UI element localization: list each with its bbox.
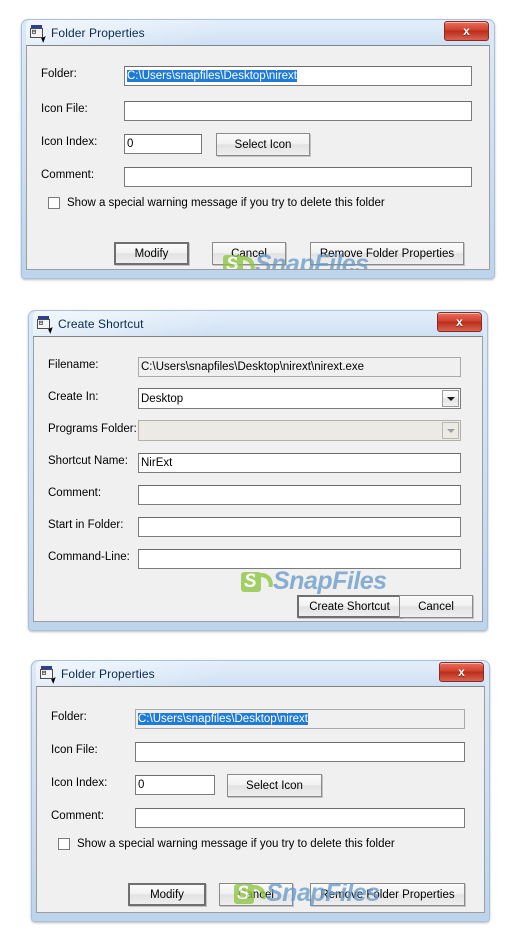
warning-checkbox-label: Show a special warning message if you tr…	[77, 838, 395, 850]
warning-checkbox[interactable]	[48, 197, 60, 209]
comment-label: Comment:	[41, 169, 95, 181]
nirext-app-icon: ⊟	[37, 316, 55, 334]
cancel-button[interactable]: Cancel	[212, 242, 286, 265]
comment-input[interactable]	[124, 167, 472, 187]
remove-folder-properties-button[interactable]: Remove Folder Properties	[310, 242, 464, 265]
folder-input-value: C:\Users\snapfiles\Desktop\nirext	[138, 713, 309, 725]
warning-checkbox-label: Show a special warning message if you tr…	[67, 197, 385, 209]
cancel-button[interactable]: Cancel	[399, 595, 473, 618]
snapfiles-logo-icon: S	[241, 570, 276, 594]
icon-index-input-value: 0	[138, 779, 145, 791]
close-button[interactable]: x	[444, 21, 489, 41]
field-row-icon-index: Icon Index:	[51, 777, 131, 789]
folder-input[interactable]: C:\Users\snapfiles\Desktop\nirext	[135, 709, 465, 729]
field-row-create-in: Create In:	[48, 391, 99, 403]
programs-folder-label: Programs Folder:	[48, 423, 137, 435]
cancel-button[interactable]: Cancel	[219, 883, 293, 906]
command-line-input[interactable]	[138, 549, 461, 569]
folder-input[interactable]: C:\Users\snapfiles\Desktop\nirext	[124, 66, 472, 86]
screenshot-root: ⊟ Folder Properties x Folder: C:\Users\s…	[0, 0, 515, 945]
dialog-client-area: Folder: C:\Users\snapfiles\Desktop\nirex…	[26, 45, 490, 270]
warning-checkbox[interactable]	[58, 838, 70, 850]
folder-input-value: C:\Users\snapfiles\Desktop\nirext	[127, 70, 298, 82]
shortcut-name-input[interactable]: NirExt	[138, 453, 461, 473]
field-row-comment: Comment:	[48, 487, 101, 499]
field-row-folder: Folder:	[41, 68, 126, 80]
field-row-start-in-folder: Start in Folder:	[48, 519, 123, 531]
icon-index-input[interactable]: 0	[135, 775, 215, 795]
field-row-command-line: Command-Line:	[48, 551, 130, 563]
window-folder-properties-2: ⊟ Folder Properties x Folder: C:\Users\s…	[31, 660, 490, 922]
close-icon: x	[456, 315, 463, 329]
create-shortcut-button[interactable]: Create Shortcut	[297, 595, 402, 618]
window-create-shortcut: ⊟ Create Shortcut x Filename: C:\Users\s…	[28, 310, 488, 631]
field-row-programs-folder: Programs Folder:	[48, 423, 137, 435]
snapfiles-logo-letter: S	[244, 570, 257, 592]
chevron-down-icon	[442, 422, 459, 439]
icon-file-input[interactable]	[124, 101, 472, 121]
titlebar[interactable]: ⊟ Create Shortcut x	[33, 311, 483, 336]
field-row-icon-file: Icon File:	[51, 744, 131, 756]
warning-checkbox-row[interactable]: Show a special warning message if you tr…	[58, 838, 395, 850]
programs-folder-combobox[interactable]	[138, 420, 461, 441]
filename-label: Filename:	[48, 359, 99, 371]
comment-label: Comment:	[51, 810, 105, 822]
field-row-folder: Folder:	[51, 711, 131, 723]
create-in-combobox-value: Desktop	[141, 392, 184, 405]
icon-index-input[interactable]: 0	[124, 134, 202, 154]
nirext-app-icon: ⊟	[40, 666, 58, 684]
window-folder-properties-1: ⊟ Folder Properties x Folder: C:\Users\s…	[21, 19, 495, 279]
select-icon-button[interactable]: Select Icon	[227, 774, 322, 797]
window-title: Folder Properties	[51, 25, 145, 40]
icon-file-label: Icon File:	[41, 103, 88, 115]
close-button[interactable]: x	[437, 312, 482, 332]
create-in-combobox[interactable]: Desktop	[138, 388, 461, 409]
snapfiles-watermark-text: SnapFiles	[273, 567, 387, 595]
close-icon: x	[463, 24, 470, 38]
titlebar[interactable]: ⊟ Folder Properties x	[26, 20, 490, 45]
window-title: Folder Properties	[61, 666, 155, 681]
window-title: Create Shortcut	[58, 316, 144, 331]
icon-index-label: Icon Index:	[41, 136, 98, 148]
close-button[interactable]: x	[439, 662, 484, 682]
folder-label: Folder:	[41, 68, 77, 80]
close-icon: x	[458, 665, 465, 679]
shortcut-name-label: Shortcut Name:	[48, 455, 128, 467]
comment-label: Comment:	[48, 487, 102, 499]
comment-input[interactable]	[135, 808, 465, 828]
nirext-app-icon: ⊟	[30, 25, 48, 43]
remove-folder-properties-button[interactable]: Remove Folder Properties	[310, 883, 465, 906]
warning-checkbox-row[interactable]: Show a special warning message if you tr…	[48, 197, 385, 209]
select-icon-button[interactable]: Select Icon	[216, 133, 310, 156]
snapfiles-watermark: S SnapFiles	[241, 569, 387, 594]
comment-input[interactable]	[138, 485, 461, 505]
chevron-down-icon[interactable]	[442, 390, 459, 407]
icon-index-label: Icon Index:	[51, 777, 108, 789]
icon-file-label: Icon File:	[51, 744, 98, 756]
start-in-folder-label: Start in Folder:	[48, 519, 124, 531]
field-row-icon-index: Icon Index:	[41, 136, 126, 148]
modify-button[interactable]: Modify	[114, 242, 189, 265]
filename-input[interactable]: C:\Users\snapfiles\Desktop\nirext\nirext…	[138, 357, 461, 377]
shortcut-name-input-value: NirExt	[141, 457, 173, 469]
command-line-label: Command-Line:	[48, 551, 130, 563]
folder-label: Folder:	[51, 711, 87, 723]
dialog-client-area: Filename: C:\Users\snapfiles\Desktop\nir…	[33, 336, 483, 622]
icon-index-input-value: 0	[127, 138, 134, 150]
create-in-label: Create In:	[48, 391, 99, 403]
field-row-filename: Filename:	[48, 359, 99, 371]
dialog-client-area: Folder: C:\Users\snapfiles\Desktop\nirex…	[36, 686, 485, 913]
field-row-comment: Comment:	[51, 810, 131, 822]
field-row-comment: Comment:	[41, 169, 126, 181]
titlebar[interactable]: ⊟ Folder Properties x	[36, 661, 485, 686]
start-in-folder-input[interactable]	[138, 517, 461, 537]
modify-button[interactable]: Modify	[128, 883, 206, 906]
icon-file-input[interactable]	[135, 742, 465, 762]
field-row-icon-file: Icon File:	[41, 103, 126, 115]
field-row-shortcut-name: Shortcut Name:	[48, 455, 128, 467]
filename-input-value: C:\Users\snapfiles\Desktop\nirext\nirext…	[141, 361, 365, 373]
